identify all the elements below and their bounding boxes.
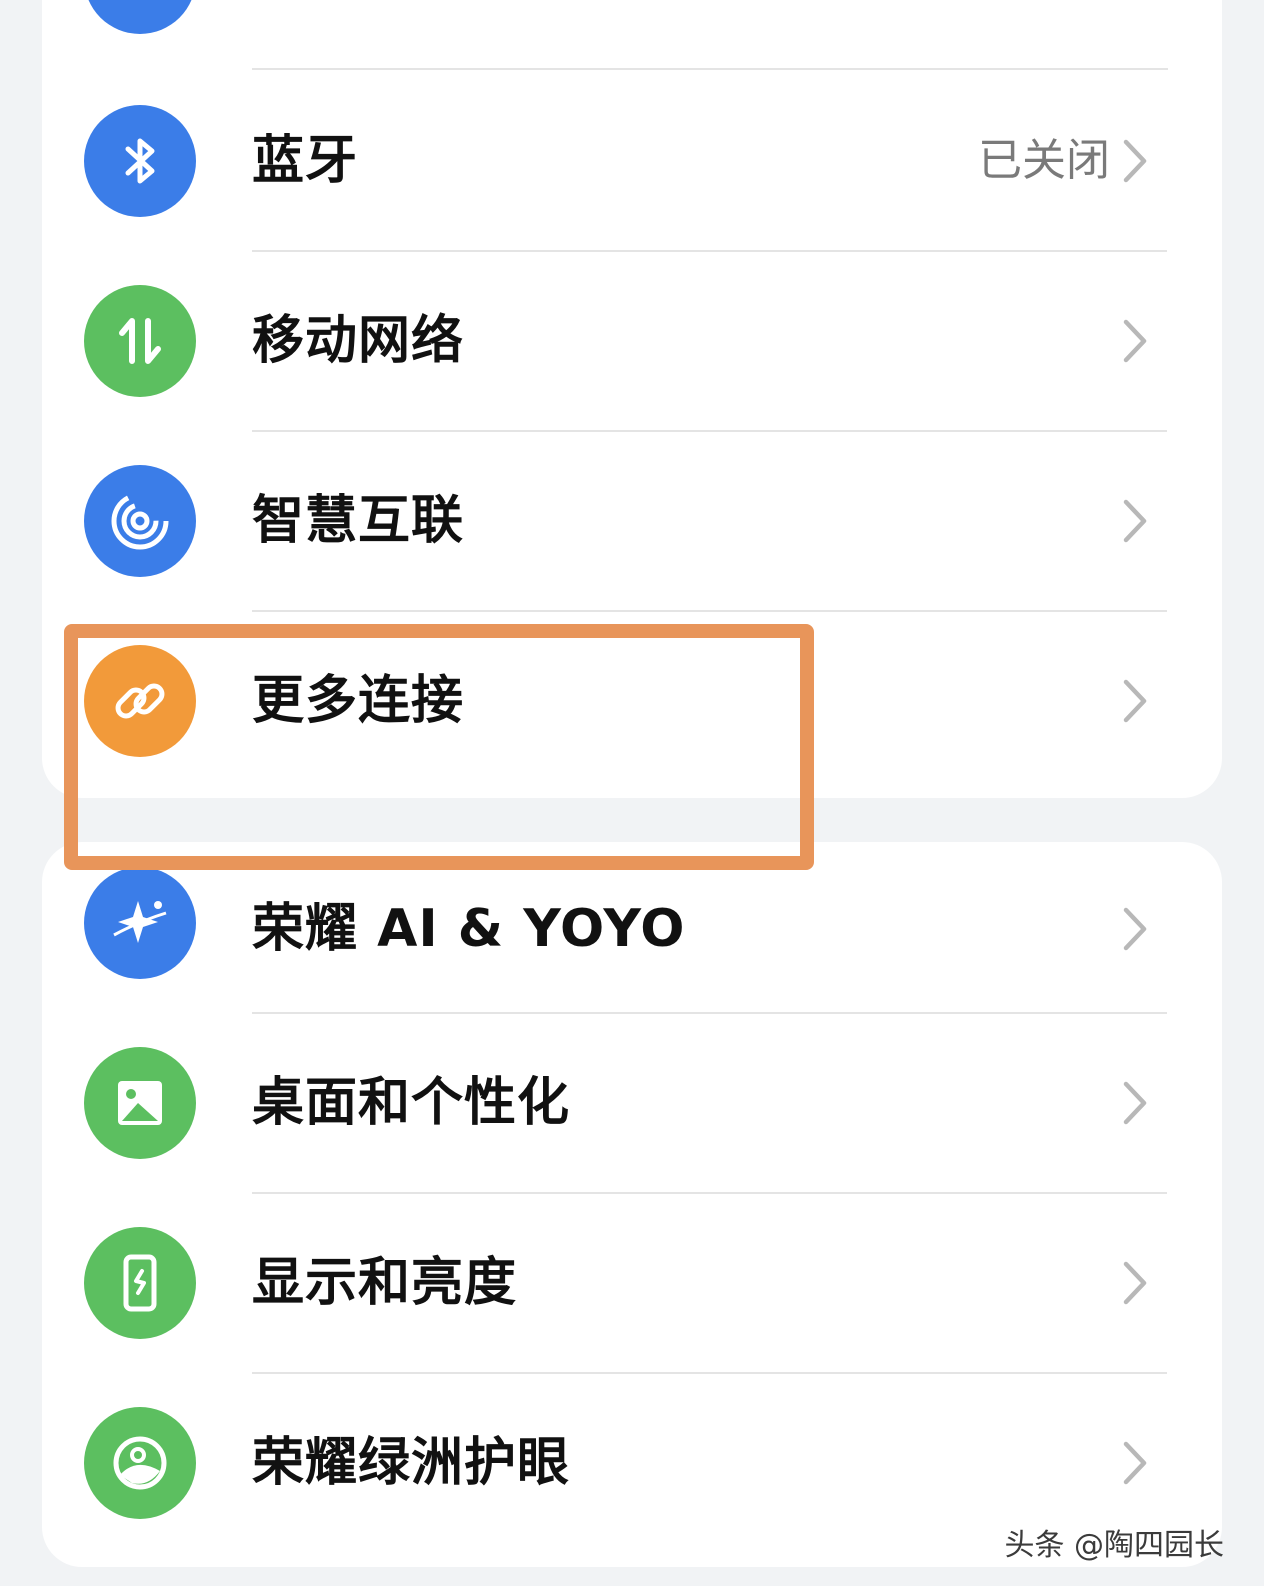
row-label: 荣耀绿洲护眼 — [252, 1433, 571, 1493]
row-label: 智慧互联 — [252, 491, 465, 551]
settings-row-smart-connect[interactable]: 智慧互联 — [42, 430, 1222, 612]
chevron-right-icon — [1123, 1441, 1147, 1485]
bluetooth-icon — [84, 105, 196, 217]
settings-row-mobile-network[interactable]: 移动网络 — [42, 250, 1222, 432]
settings-row-display-brightness[interactable]: 显示和亮度 — [42, 1192, 1222, 1374]
annotation-highlight-box — [64, 624, 814, 870]
ai-sparkle-icon — [84, 867, 196, 979]
settings-row-bluetooth[interactable]: 蓝牙 已关闭 — [42, 70, 1222, 252]
row-label: 移动网络 — [252, 311, 465, 371]
chevron-right-icon — [1123, 679, 1147, 723]
chevron-right-icon — [1123, 319, 1147, 363]
display-brightness-icon — [84, 1227, 196, 1339]
eye-comfort-icon — [84, 1407, 196, 1519]
row-label: 显示和亮度 — [252, 1253, 518, 1313]
wallpaper-icon — [84, 1047, 196, 1159]
chevron-right-icon — [1123, 499, 1147, 543]
chevron-right-icon — [1123, 1261, 1147, 1305]
settings-row-home-screen-personalization[interactable]: 桌面和个性化 — [42, 1012, 1222, 1194]
watermark: 头条 @陶四园长 — [1004, 1528, 1224, 1563]
chevron-right-icon — [1123, 139, 1147, 183]
chevron-right-icon — [1123, 1081, 1147, 1125]
row-value: 已关闭 — [978, 135, 1110, 186]
row-label: 桌面和个性化 — [252, 1073, 571, 1133]
chevron-right-icon — [1123, 907, 1147, 951]
mobile-data-icon — [84, 285, 196, 397]
smart-connect-icon — [84, 465, 196, 577]
row-label: 蓝牙 — [252, 131, 359, 191]
